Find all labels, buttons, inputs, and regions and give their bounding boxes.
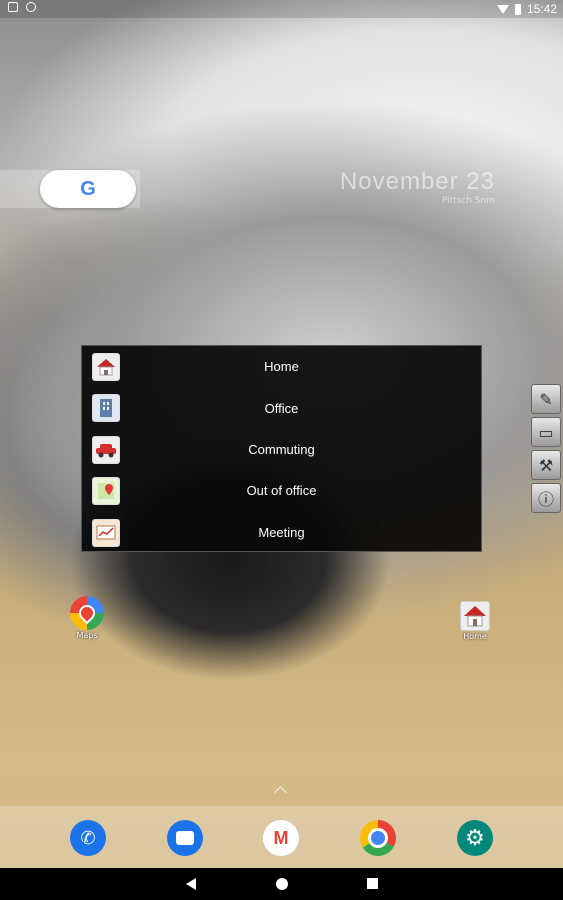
google-logo-icon: G bbox=[80, 177, 96, 200]
navigation-bar bbox=[0, 868, 563, 900]
menu-item-label: Commuting bbox=[248, 441, 315, 457]
date-widget[interactable]: November 23 Pittsch Snm bbox=[340, 168, 495, 206]
office-building-icon bbox=[92, 394, 120, 423]
settings-icon[interactable]: ⚙ bbox=[457, 820, 493, 856]
wrench-icon[interactable]: ⚒ bbox=[531, 450, 561, 480]
menu-item-home[interactable]: Home bbox=[82, 346, 481, 387]
menu-item-label: Meeting bbox=[258, 524, 305, 540]
note-icon[interactable]: ▭ bbox=[531, 417, 561, 447]
notification-icon bbox=[26, 2, 36, 12]
back-icon[interactable] bbox=[186, 878, 196, 890]
meeting-chart-icon bbox=[92, 518, 120, 547]
messages-icon[interactable] bbox=[167, 820, 203, 856]
screenshot-icon bbox=[8, 2, 18, 12]
home-screen: 15:42 G November 23 Pittsch Snm Home Off… bbox=[0, 0, 563, 900]
home-shortcut[interactable]: Home bbox=[445, 601, 505, 641]
info-icon[interactable]: ⓘ bbox=[531, 483, 561, 513]
menu-item-out-of-office[interactable]: Out of office bbox=[82, 470, 481, 511]
pencil-icon[interactable]: ✎ bbox=[531, 384, 561, 414]
home-button-icon[interactable] bbox=[276, 878, 288, 890]
home-label: Home bbox=[463, 632, 487, 641]
house-icon bbox=[460, 601, 490, 631]
wifi-icon bbox=[496, 4, 509, 14]
app-drawer-chevron-up-icon[interactable] bbox=[274, 786, 287, 799]
profile-popup-menu: Home Office Commuting Out of office Meet… bbox=[81, 345, 482, 552]
gmail-icon[interactable]: M bbox=[263, 820, 299, 856]
menu-item-office[interactable]: Office bbox=[82, 387, 481, 428]
menu-item-label: Home bbox=[264, 359, 299, 375]
maps-label: Maps bbox=[76, 631, 98, 640]
google-search-widget[interactable]: G bbox=[40, 170, 136, 208]
side-tool-panel: ✎ ▭ ⚒ ⓘ bbox=[531, 384, 563, 516]
status-time: 15:42 bbox=[526, 2, 557, 16]
battery-icon bbox=[514, 3, 521, 15]
maps-icon bbox=[70, 596, 104, 630]
phone-icon[interactable]: ✆ bbox=[70, 820, 106, 856]
house-icon bbox=[92, 353, 120, 381]
date-subtext: Pittsch Snm bbox=[441, 196, 495, 206]
dock: ✆ M ⚙ bbox=[0, 806, 563, 868]
recents-icon[interactable] bbox=[367, 878, 378, 889]
date-text: November 23 bbox=[339, 168, 495, 195]
status-bar: 15:42 bbox=[0, 0, 563, 18]
menu-item-label: Office bbox=[264, 400, 299, 416]
maps-shortcut[interactable]: Maps bbox=[57, 596, 117, 640]
menu-item-commuting[interactable]: Commuting bbox=[82, 429, 481, 470]
menu-item-label: Out of office bbox=[246, 483, 317, 499]
chrome-icon[interactable] bbox=[360, 820, 396, 856]
menu-item-meeting[interactable]: Meeting bbox=[82, 512, 481, 553]
car-icon bbox=[92, 435, 120, 464]
map-pin-icon bbox=[92, 477, 120, 506]
